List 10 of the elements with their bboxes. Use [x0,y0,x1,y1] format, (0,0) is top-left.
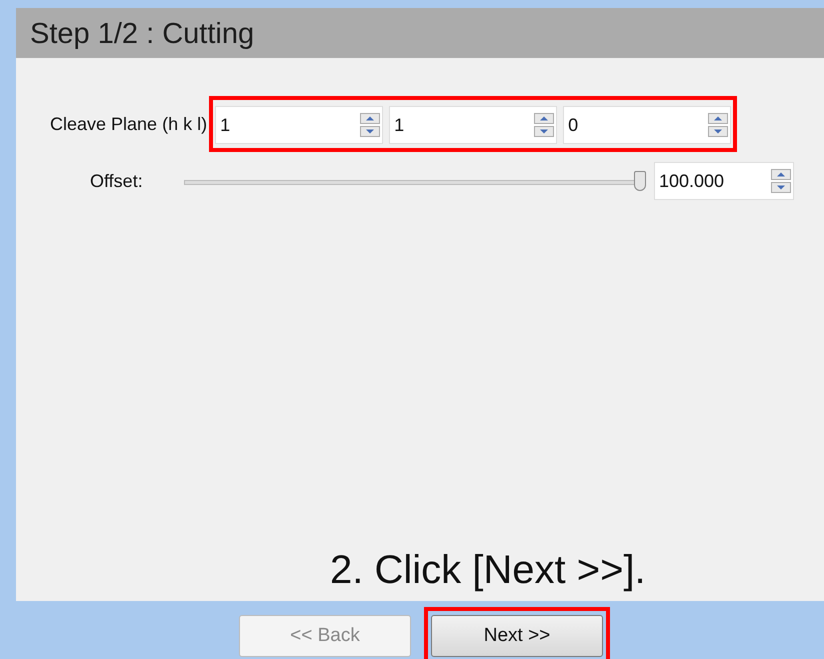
cleave-plane-label: Cleave Plane (h k l) [50,114,208,134]
slider-thumb[interactable] [634,171,646,191]
offset-label: Offset: [90,170,144,192]
spin-box[interactable]: 1 [389,106,558,144]
offset-spin-box[interactable]: 100.000 [654,162,794,200]
wizard-button[interactable]: Next >> [431,615,603,657]
spin-box[interactable]: 0 [563,106,732,144]
instruction-text: 2. Click [Next >>]. [330,548,647,593]
step-header: Step 1/2 : Cutting [16,8,824,58]
spin-box[interactable]: 1 [215,106,384,144]
